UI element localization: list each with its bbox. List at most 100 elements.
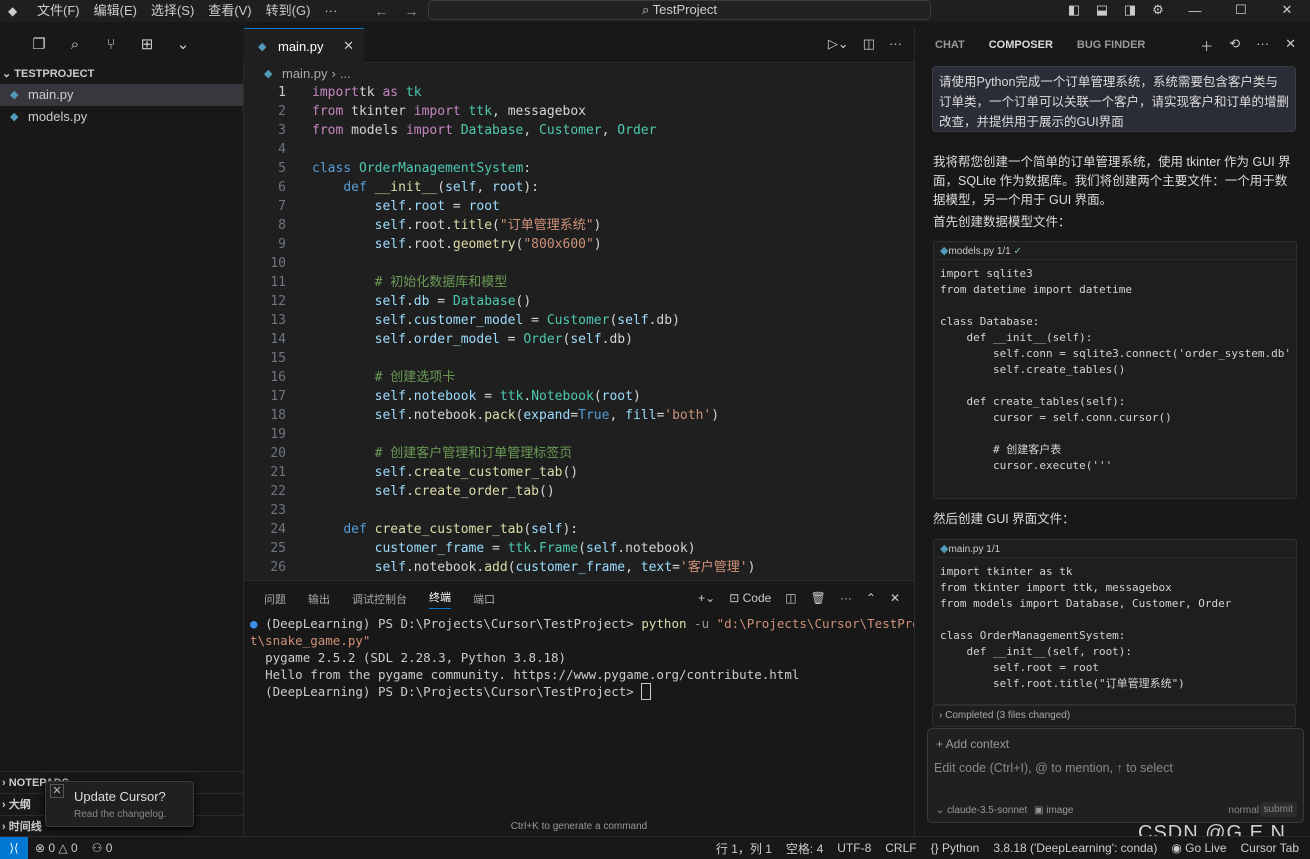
problems-status[interactable]: ⊗ 0 △ 0 [28,841,85,855]
image-button[interactable]: ▣ image [1034,805,1073,816]
extensions-icon[interactable]: ⊞ [138,36,156,54]
code-token: "订单管理系统" [499,218,594,233]
breadcrumb: ◆ main.py ›... [244,63,914,85]
settings-gear-icon[interactable]: ⚙ [1144,2,1172,18]
panel-tab[interactable]: 终端 [429,589,451,609]
menu-item[interactable]: ··· [317,1,344,21]
terminal-hint: Ctrl+K to generate a command [510,821,648,832]
code-token: self [374,465,406,480]
menu-item[interactable]: 转到(G) [259,1,318,21]
file-main-py[interactable]: ◆ main.py [0,84,243,106]
panel-tab[interactable]: 输出 [308,591,330,607]
tab-main-py[interactable]: ◆ main.py ✕ [244,28,364,63]
new-terminal-icon[interactable]: +⌄ [698,591,715,605]
line-content: self.create_customer_tab() [286,463,579,482]
model-selector[interactable]: ⌄ claude-3.5-sonnet [936,805,1027,816]
toggle-secondary-sidebar-icon[interactable]: ◨ [1116,2,1144,18]
remote-icon[interactable]: ⟩⟨ [0,836,28,859]
terminal-icon[interactable]: ⊡ Code [729,591,771,605]
forward-arrow-icon[interactable]: → [396,3,426,19]
more-actions-icon[interactable]: ··· [889,36,902,52]
back-arrow-icon[interactable]: ← [366,3,396,19]
code-token: customer_model [413,313,524,328]
add-context-button[interactable]: + Add context [936,737,1009,751]
maximize-panel-icon[interactable]: ⌃ [866,591,876,605]
code-token: .db) [648,313,680,328]
toggle-panel-icon[interactable]: ⬓ [1088,2,1116,18]
composer-input[interactable]: + Add context Edit code (Ctrl+I), @ to m… [927,728,1304,823]
update-toast[interactable]: ✕ Update Cursor? Read the changelog. [45,781,194,827]
project-title[interactable]: ⌄ TESTPROJECT [0,62,243,84]
composer-tab[interactable]: CHAT [935,39,965,51]
panel-tab[interactable]: 端口 [473,591,495,607]
go-live[interactable]: ◉ Go Live [1164,841,1233,855]
python-interpreter[interactable]: 3.8.18 ('DeepLearning': conda) [986,841,1164,855]
composer-placeholder[interactable]: Edit code (Ctrl+I), @ to mention, ↑ to s… [934,761,1173,775]
split-editor-icon[interactable]: ◫ [863,36,875,52]
trash-icon[interactable]: 🗑 [811,591,826,605]
user-message[interactable]: 请使用Python完成一个订单管理系统，系统需要包含客户类与订单类，一个订单可以… [932,66,1296,132]
mode-label[interactable]: normal [1228,805,1259,816]
language-mode[interactable]: {} Python [924,841,987,855]
code-block-count: 1/1 [996,246,1011,257]
ai-message: 我将帮您创建一个简单的订单管理系统，使用 tkinter 作为 GUI 界面，S… [933,155,1291,207]
command-center-search[interactable]: ⌕ TestProject [428,0,931,20]
minimize-icon[interactable]: — [1172,3,1218,18]
code-block-models[interactable]: ◆models.py 1/1 ✓ import sqlite3 from dat… [933,241,1297,499]
code-block-main[interactable]: ◆main.py 1/1 import tkinter as tk from t… [933,539,1297,705]
menu-item[interactable]: 文件(F) [30,1,87,21]
close-panel-icon[interactable]: ✕ [890,591,900,605]
panel-tab[interactable]: 问题 [264,591,286,607]
close-tab-icon[interactable]: ✕ [343,38,354,54]
code-token: '客户管理' [679,560,748,575]
more-icon[interactable]: ··· [840,591,852,605]
close-window-icon[interactable]: ✕ [1264,2,1310,18]
close-icon[interactable]: ✕ [50,784,64,798]
source-control-icon[interactable]: ⑂ [102,36,120,54]
terminal-status-dot: ● [250,616,258,631]
code-token: Order [523,332,563,347]
line-content [286,501,312,520]
menu-item[interactable]: 编辑(E) [87,1,144,21]
code-token: : [523,161,532,176]
menu-item[interactable]: 查看(V) [201,1,258,21]
cursor-position[interactable]: 行 1，列 1 [709,840,779,857]
composer-tab[interactable]: BUG FINDER [1077,39,1145,51]
explorer-icon[interactable]: ❐ [30,36,48,54]
submit-button[interactable]: submit [1259,802,1297,817]
code-editor[interactable]: 1 importtk as tk 2 from tkinter import ttk,… [244,83,914,577]
maximize-icon[interactable]: ☐ [1218,2,1264,18]
code-token: root [492,180,524,195]
code-line: 5 class OrderManagementSystem: [244,159,914,178]
indentation[interactable]: 空格: 4 [779,840,830,857]
completed-summary[interactable]: › Completed (3 files changed) [932,705,1296,727]
new-chat-icon[interactable]: ＋ [1200,36,1213,55]
composer-tab[interactable]: COMPOSER [989,39,1053,51]
terminal-output[interactable]: ● (DeepLearning) PS D:\Projects\Cursor\T… [250,615,942,700]
terminal-path: "d:\Projects\Cursor\TestProjec [716,616,943,631]
cursor-tab[interactable]: Cursor Tab [1234,841,1306,855]
breadcrumb-file[interactable]: main.py [282,63,328,85]
code-token: . [405,199,414,214]
encoding[interactable]: UTF-8 [830,841,878,855]
code-token: ( [507,560,516,575]
file-models-py[interactable]: ◆ models.py [0,106,243,128]
search-sidebar-icon[interactable]: ⌕ [66,36,84,54]
chevron-down-icon[interactable]: ⌄ [174,36,192,54]
history-icon[interactable]: ⟲ [1229,36,1240,55]
breadcrumb-more[interactable]: ... [340,63,351,85]
code-token: Database [452,294,516,309]
toggle-sidebar-icon[interactable]: ◧ [1060,2,1088,18]
toast-subtitle[interactable]: Read the changelog. [74,809,166,820]
code-token: models [343,123,406,138]
run-icon[interactable]: ▷⌄ [828,36,849,52]
split-terminal-icon[interactable]: ◫ [785,591,796,605]
more-icon[interactable]: ··· [1256,36,1269,55]
ports-status[interactable]: ⚇ 0 [85,841,120,855]
panel-tab[interactable]: 调试控制台 [352,591,407,607]
close-icon[interactable]: ✕ [1285,36,1296,55]
line-ending[interactable]: CRLF [878,841,923,855]
menu-item[interactable]: 选择(S) [144,1,201,21]
code-block-content: import tkinter as tk from tkinter import… [940,565,1232,690]
